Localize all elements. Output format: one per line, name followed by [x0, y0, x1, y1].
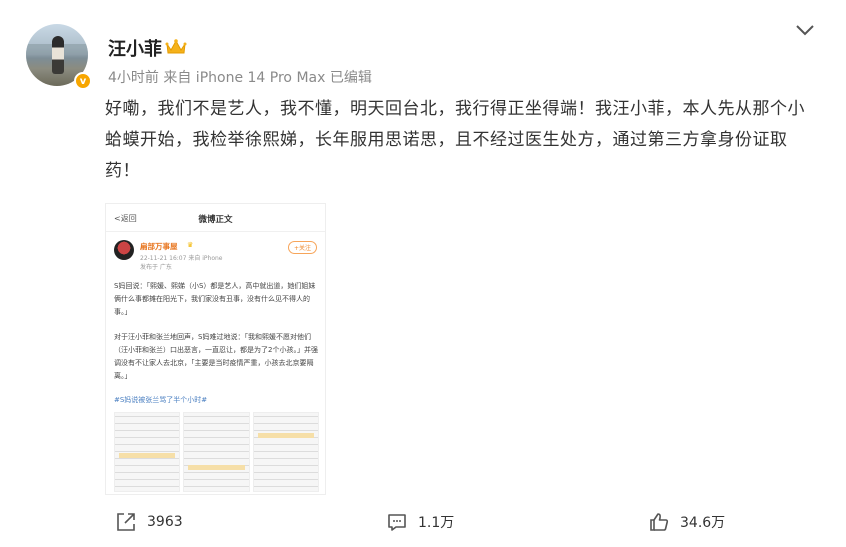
embed-follow-button: +关注: [287, 241, 317, 254]
embed-hashtag: #S妈说被张兰骂了半个小时#: [114, 396, 208, 404]
embed-image: [252, 412, 319, 492]
like-icon: [650, 513, 669, 531]
embed-navbar: <返回 微博正文: [106, 204, 325, 232]
embed-paragraph: S妈回说：「熙媛、熙娣（小S）都是艺人，高中就出道，她们姐妹俩什么事都摊在阳光下…: [114, 282, 316, 316]
crown-icon: [165, 39, 187, 54]
embed-paragraph: 对于汪小菲和张兰地回声，S妈难过地说：「我和熙媛不愿对他们（汪小菲和张兰）口出恶…: [114, 333, 318, 380]
embed-image: [114, 412, 181, 492]
embed-crown-icon: ♛: [187, 241, 194, 249]
like-button[interactable]: 34.6万: [648, 508, 725, 536]
embedded-screenshot[interactable]: <返回 微博正文 扁部万事屋 ♛ 22-11-21 16:07 来自 iPhon…: [105, 203, 326, 495]
comment-button[interactable]: 1.1万: [386, 508, 454, 536]
username[interactable]: 汪小菲: [108, 35, 162, 61]
verified-badge-icon: v: [74, 72, 92, 90]
avatar-figure: [52, 36, 64, 74]
post-text: 好嘞，我们不是艺人，我不懂，明天回台北，我行得正坐得端！我汪小菲，本人先从那个小…: [105, 99, 805, 181]
post-meta: 4小时前 来自 iPhone 14 Pro Max 已编辑: [108, 70, 372, 86]
embed-title: 微博正文: [198, 215, 233, 225]
share-count: 3963: [147, 514, 183, 530]
chevron-down-icon[interactable]: [793, 22, 817, 38]
embed-image: [183, 412, 250, 492]
share-icon: [117, 513, 135, 531]
embed-location: 发布于 广东: [140, 264, 172, 271]
comment-icon: [388, 514, 406, 531]
embed-avatar: [114, 240, 134, 260]
embed-time: 22-11-21 16:07 来自 iPhone: [140, 255, 223, 262]
embed-author: 扁部万事屋: [140, 242, 178, 251]
like-count: 34.6万: [680, 515, 726, 531]
comment-count: 1.1万: [418, 515, 455, 531]
share-button[interactable]: 3963: [115, 508, 183, 536]
embed-image-grid: [114, 412, 319, 492]
